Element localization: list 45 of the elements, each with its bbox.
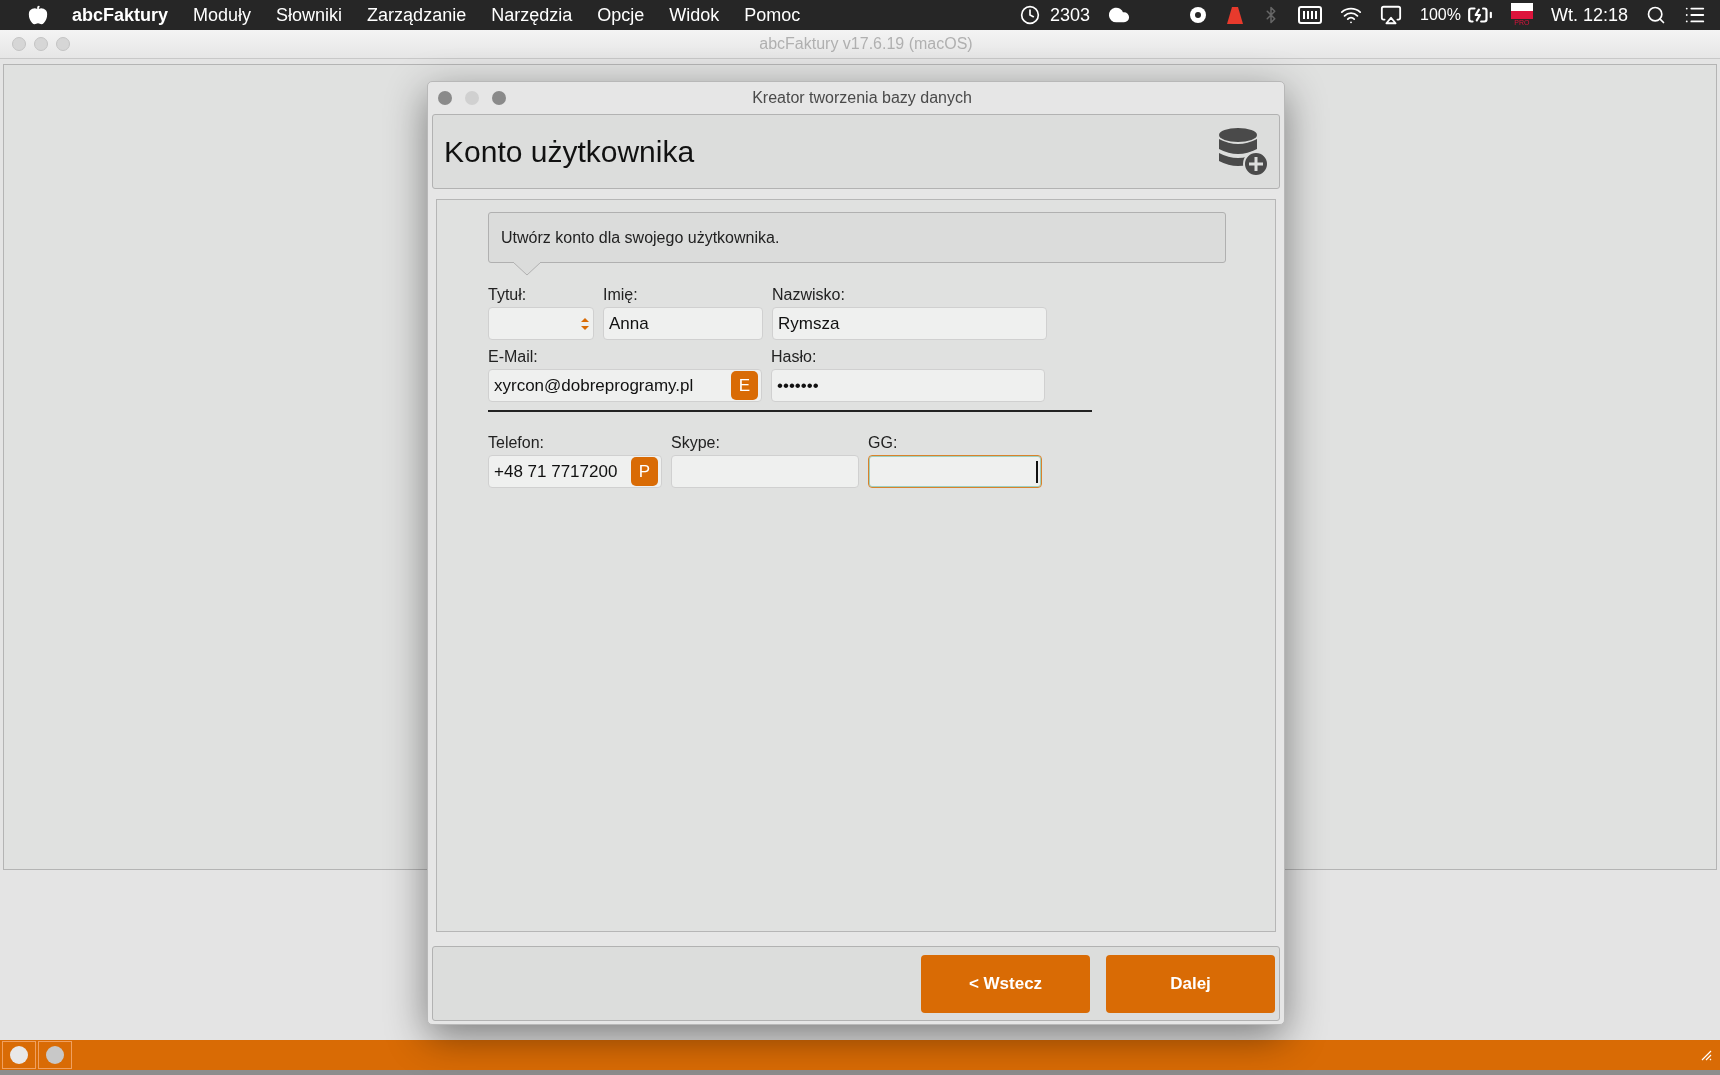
airplay-icon[interactable] xyxy=(1380,4,1403,26)
menu-item[interactable]: Moduły xyxy=(193,4,252,26)
clock-time[interactable]: Wt. 12:18 xyxy=(1550,4,1628,26)
password-field[interactable]: ••••••• xyxy=(771,369,1045,402)
counter-text: 2303 xyxy=(1050,4,1091,26)
window-zoom-control[interactable] xyxy=(492,91,506,105)
field-label: Nazwisko: xyxy=(772,286,846,304)
menu-item[interactable]: Narzędzia xyxy=(491,4,573,26)
menu-item[interactable]: abcFaktury xyxy=(72,4,169,26)
cone-icon[interactable] xyxy=(1226,5,1245,25)
menu-item[interactable]: Pomoc xyxy=(744,4,801,26)
circle-button[interactable] xyxy=(2,1041,36,1069)
menu-item[interactable]: Słowniki xyxy=(276,4,343,26)
meter-icon[interactable] xyxy=(1298,6,1323,24)
dialog-title: Kreator tworzenia bazy danych xyxy=(751,89,973,107)
window-close-control[interactable] xyxy=(438,91,452,105)
field-label: Telefon: xyxy=(488,434,546,452)
search-icon[interactable] xyxy=(1646,5,1666,25)
input-field[interactable]: Rymsza xyxy=(772,307,1047,340)
input-field[interactable]: +48 71 7717200 P xyxy=(488,455,662,488)
input-field[interactable] xyxy=(671,455,859,488)
stepper-icon xyxy=(580,315,590,332)
database-add-icon xyxy=(1217,126,1269,177)
page-heading: Konto użytkownika xyxy=(444,134,695,169)
circle-button[interactable] xyxy=(38,1041,72,1069)
field-label: GG: xyxy=(868,434,899,452)
apple-icon[interactable] xyxy=(28,5,48,25)
field-label: Imię: xyxy=(603,286,639,304)
menu-item[interactable]: Zarządzanie xyxy=(367,4,467,26)
field-label: Skype: xyxy=(671,434,721,452)
window-title: abcFaktury v17.6.19 (macOS) xyxy=(758,35,974,53)
input-field[interactable] xyxy=(868,455,1042,488)
input-field[interactable]: Anna xyxy=(603,307,763,340)
info-text: Utwórz konto dla swojego użytkownika. xyxy=(501,228,780,247)
input-field[interactable]: xyrcon@dobreprogramy.pl E xyxy=(488,369,762,402)
menu-item[interactable]: Opcje xyxy=(597,4,645,26)
field-label: Hasło: xyxy=(771,348,818,366)
menu-item[interactable]: Widok xyxy=(669,4,720,26)
battery-text: 100% xyxy=(1420,6,1461,24)
select-field[interactable] xyxy=(488,307,594,340)
field-label: Tytuł: xyxy=(488,286,528,304)
text-caret xyxy=(1036,460,1038,483)
clock-icon[interactable] xyxy=(1020,5,1040,25)
field-label: E-Mail: xyxy=(488,348,539,366)
resize-grip-icon[interactable] xyxy=(1700,1049,1712,1061)
